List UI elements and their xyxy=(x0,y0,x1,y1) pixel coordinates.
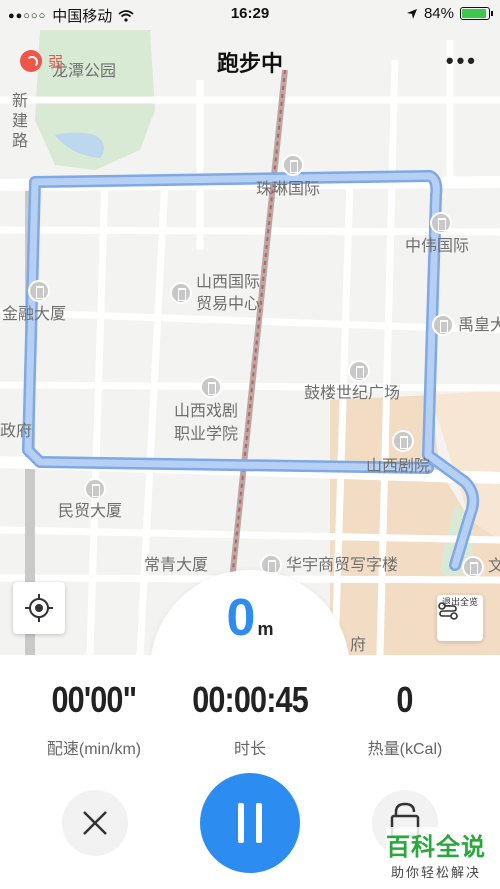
duration-value: 00:00:45 xyxy=(192,679,309,720)
status-bar: ●●○○○ 中国移动 16:29 84% xyxy=(0,0,500,28)
calories-stat: 0 热量(kCal) xyxy=(315,679,495,759)
watermark: 百科全说 助你轻松解决 xyxy=(386,827,486,881)
end-run-button[interactable] xyxy=(62,790,128,856)
pause-icon xyxy=(238,803,244,843)
map-view[interactable]: 龙潭公园 新建路 珠琳国际 中伟国际 山西国际 贸易中心 金融大厦 禹皇大 鼓楼… xyxy=(0,0,500,655)
close-icon xyxy=(83,811,107,835)
pause-button[interactable] xyxy=(200,773,300,873)
building-icon xyxy=(430,212,452,234)
building-icon xyxy=(170,282,192,304)
map-label-shanxi-trade-1: 山西国际 xyxy=(196,274,261,291)
building-icon xyxy=(28,280,50,302)
distance-display: 0m xyxy=(0,588,500,648)
map-label-xiju-1: 山西戏剧 xyxy=(174,403,239,420)
map-label-zhengfu: 政府 xyxy=(0,423,33,440)
duration-label: 时长 xyxy=(233,741,266,758)
battery-percent: 84% xyxy=(423,5,454,22)
distance-unit: m xyxy=(257,619,274,639)
pace-stat: 00'00" 配速(min/km) xyxy=(4,679,184,759)
map-label-wen: 文 xyxy=(488,558,500,575)
run-stats-panel: 00'00" 配速(min/km) 00:00:45 时长 0 热量(kCal)… xyxy=(0,655,500,889)
watermark-title: 百科全说 xyxy=(386,834,486,861)
watermark-subtitle: 助你轻松解决 xyxy=(390,865,481,880)
map-canvas xyxy=(0,30,500,655)
building-icon xyxy=(432,314,454,336)
more-menu-button[interactable]: ••• xyxy=(446,48,478,74)
duration-stat: 00:00:45 时长 xyxy=(160,679,340,759)
pace-label: 配速(min/km) xyxy=(46,741,142,758)
map-label-zhulin: 珠琳国际 xyxy=(256,181,321,198)
map-label-zhongwei: 中伟国际 xyxy=(405,238,470,255)
calories-label: 热量(kCal) xyxy=(367,741,443,758)
building-icon xyxy=(348,360,370,382)
distance-value: 0 xyxy=(226,589,256,647)
map-label-shanxi-trade-2: 贸易中心 xyxy=(196,296,261,313)
theater-icon xyxy=(392,430,414,452)
map-label-yuhuang: 禹皇大 xyxy=(458,317,500,334)
page-title: 跑步中 xyxy=(216,51,283,76)
pace-value: 00'00" xyxy=(51,679,138,720)
map-label-changqing: 常青大厦 xyxy=(144,557,209,574)
map-label-gulou: 鼓楼世纪广场 xyxy=(304,385,401,402)
pause-icon xyxy=(256,803,262,843)
map-label-minmao: 民贸大厦 xyxy=(58,503,123,520)
location-arrow-icon xyxy=(406,8,417,19)
map-label-xinjian-road: 新建路 xyxy=(12,93,29,150)
battery-icon xyxy=(460,7,493,20)
map-label-juyuan: 山西剧院 xyxy=(366,458,431,475)
map-label-xiju-2: 职业学院 xyxy=(174,426,239,443)
park-icon xyxy=(462,556,484,578)
building-icon xyxy=(84,478,106,500)
title-bar: 弱 跑步中 ••• xyxy=(0,38,500,82)
map-label-huayu: 华宇商贸写字楼 xyxy=(286,557,399,574)
calories-value: 0 xyxy=(396,679,414,720)
school-icon xyxy=(200,376,222,398)
building-icon xyxy=(282,154,304,176)
map-label-jinrong: 金融大厦 xyxy=(2,306,67,323)
